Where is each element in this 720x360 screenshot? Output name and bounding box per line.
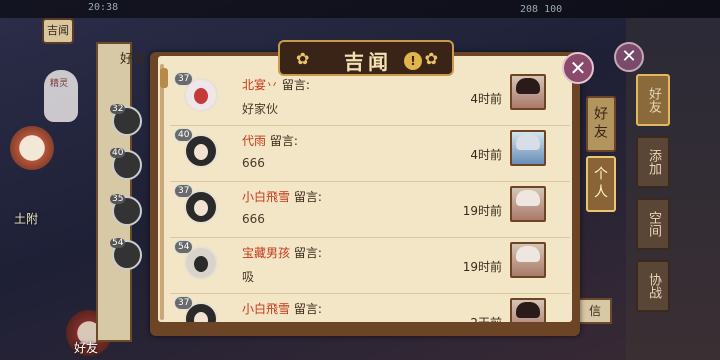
background-side-tabs: 好友 添加 空间 协战: [636, 74, 672, 322]
background-mail-button[interactable]: 信: [578, 298, 612, 324]
list-item[interactable]: 54 宝藏男孩 留言: 吸 19时前: [170, 238, 570, 294]
status-time: 20:38: [88, 2, 119, 13]
entry-message: 好家伙: [242, 102, 279, 116]
entry-time: 4时前: [470, 92, 502, 106]
background-tab-friends[interactable]: 好友: [636, 74, 670, 126]
shikigami-portrait[interactable]: [510, 74, 546, 110]
background-tab-add[interactable]: 添加: [636, 136, 670, 188]
status-resources: 208 100: [520, 4, 563, 15]
flower-icon: ✿: [424, 49, 438, 68]
dialog-paper: 37 北宴丷 留言: 好家伙 4时前 40 代雨 留言: 666 4时前 37 …: [158, 56, 572, 322]
list-item[interactable]: 40 代雨 留言: 666 4时前: [170, 126, 570, 182]
level-badge: 54: [174, 240, 194, 254]
shikigami-portrait[interactable]: [510, 186, 546, 222]
player-name[interactable]: 小白飛雪: [242, 302, 290, 316]
entry-time: 2天前: [442, 314, 502, 322]
entry-header: 代雨 留言:: [242, 132, 298, 149]
background-friend-level: 40: [110, 148, 126, 158]
background-friends-panel: [96, 42, 132, 342]
list-item[interactable]: 37 小白飛雪 留言: 66666 2天前: [170, 294, 570, 322]
entry-time: 19时前: [462, 260, 502, 274]
entry-header: 北宴丷 留言:: [242, 76, 310, 93]
background-friend-level: 35: [110, 194, 126, 204]
shikigami-portrait[interactable]: [510, 242, 546, 278]
entry-time: 19时前: [462, 204, 502, 218]
background-spirit-tag: 精灵: [50, 79, 69, 89]
friends-shortcut-label: 好友: [74, 341, 99, 355]
entry-suffix: 留言:: [293, 190, 322, 204]
level-badge: 40: [174, 128, 194, 142]
jiwen-dialog: 37 北宴丷 留言: 好家伙 4时前 40 代雨 留言: 666 4时前 37 …: [150, 40, 616, 336]
background-close-icon[interactable]: ✕: [614, 42, 644, 72]
scrollbar-thumb[interactable]: [160, 68, 168, 88]
tab-friends[interactable]: 好友: [586, 96, 616, 152]
close-button[interactable]: ✕: [562, 52, 594, 84]
background-tab-assist[interactable]: 协战: [636, 260, 670, 312]
level-badge: 37: [174, 72, 194, 86]
background-jiwen-tab[interactable]: 吉闻: [42, 18, 74, 44]
player-name[interactable]: 小白飛雪: [242, 190, 290, 204]
background-tab-space[interactable]: 空间: [636, 198, 670, 250]
entry-header: 小白飛雪 留言:: [242, 300, 322, 317]
tab-personal[interactable]: 个人: [586, 156, 616, 212]
entry-header: 宝藏男孩 留言:: [242, 244, 322, 261]
close-icon: ✕: [569, 56, 587, 80]
background-friend-level: 54: [110, 238, 126, 248]
background-ping-label: 土附: [14, 212, 39, 226]
entry-suffix: 留言:: [269, 134, 298, 148]
background-friends-panel-label: 好友: [120, 52, 147, 67]
entry-message: 666: [242, 212, 265, 226]
message-list: 37 北宴丷 留言: 好家伙 4时前 40 代雨 留言: 666 4时前 37 …: [170, 70, 570, 322]
title-banner: ✿ 吉闻 ! ✿: [278, 40, 454, 76]
entry-time: 4时前: [470, 148, 502, 162]
level-badge: 37: [174, 296, 194, 310]
shikigami-portrait[interactable]: [510, 298, 546, 322]
entry-message: 666: [242, 156, 265, 170]
status-bar: 20:38 208 100: [0, 0, 720, 18]
entry-suffix: 留言:: [281, 78, 310, 92]
list-item[interactable]: 37 北宴丷 留言: 好家伙 4时前: [170, 70, 570, 126]
level-badge: 37: [174, 184, 194, 198]
entry-suffix: 留言:: [293, 302, 322, 316]
entry-message: 吸: [242, 270, 255, 284]
entry-header: 小白飛雪 留言:: [242, 188, 322, 205]
player-name[interactable]: 代雨: [242, 134, 266, 148]
scrollbar[interactable]: [160, 64, 168, 320]
info-icon[interactable]: !: [404, 52, 422, 70]
player-name[interactable]: 宝藏男孩: [242, 246, 290, 260]
entry-suffix: 留言:: [293, 246, 322, 260]
shikigami-portrait[interactable]: [510, 130, 546, 166]
player-name[interactable]: 北宴丷: [242, 78, 278, 92]
list-item[interactable]: 37 小白飛雪 留言: 666 19时前: [170, 182, 570, 238]
background-friend-level: 32: [110, 104, 126, 114]
background-mask-icon[interactable]: [10, 126, 54, 170]
